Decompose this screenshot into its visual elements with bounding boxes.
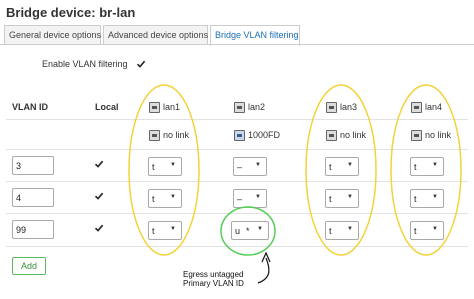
- highlight-lan1-column: [128, 84, 200, 256]
- arrow-head-icon: [261, 251, 271, 263]
- annotation-arrow: [257, 257, 270, 284]
- highlight-primary-cell: [220, 206, 276, 256]
- annotation-overlay: [128, 84, 462, 284]
- highlight-lan3-column: [305, 84, 377, 256]
- annotation-line-2: Primary VLAN ID: [183, 279, 244, 288]
- annotation-line-1: Egress untagged: [183, 270, 244, 279]
- highlight-lan4-column: [390, 84, 462, 256]
- annotation-text: Egress untagged Primary VLAN ID: [183, 270, 244, 288]
